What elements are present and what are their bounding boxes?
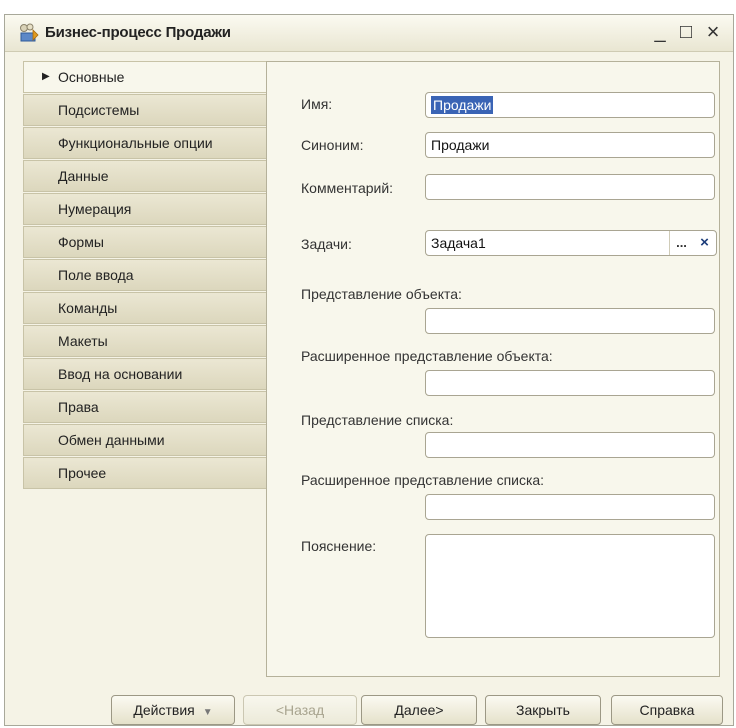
tab-data-exchange[interactable]: Обмен данными [23, 424, 267, 456]
list-presentation-input[interactable] [425, 432, 715, 458]
close-icon[interactable]: × [702, 20, 724, 44]
title-bar[interactable]: Бизнес-процесс Продажи _ □ × [5, 15, 733, 52]
tab-input-field[interactable]: Поле ввода [23, 259, 267, 291]
name-value: Продажи [431, 96, 494, 114]
tab-other[interactable]: Прочее [23, 457, 267, 489]
back-button[interactable]: <Назад [243, 695, 357, 725]
select-task-button[interactable]: ... [670, 231, 693, 255]
tab-forms[interactable]: Формы [23, 226, 267, 258]
tab-rights[interactable]: Права [23, 391, 267, 423]
section-tabs: ▶ Основные Подсистемы Функциональные опц… [23, 61, 268, 490]
comment-input[interactable] [425, 174, 715, 200]
extended-list-presentation-input[interactable] [425, 494, 715, 520]
business-process-icon [19, 23, 39, 43]
tab-arrow-icon: ▶ [42, 71, 50, 82]
object-presentation-label: Представление объекта: [301, 286, 462, 302]
tab-subsystems[interactable]: Подсистемы [23, 94, 267, 126]
list-presentation-label: Представление списка: [301, 412, 454, 428]
comment-label: Комментарий: [301, 180, 394, 196]
name-input[interactable]: Продажи [425, 92, 715, 118]
tasks-buttons: ... × [669, 231, 716, 255]
main-properties-panel: Имя: Продажи Синоним: Продажи Комментари… [266, 61, 720, 677]
business-process-window: Бизнес-процесс Продажи _ □ × ▶ Основные … [4, 14, 734, 726]
tasks-label: Задачи: [301, 236, 352, 252]
tab-data[interactable]: Данные [23, 160, 267, 192]
bottom-button-bar: Действия ▼ <Назад Далее> Закрыть Справка [5, 695, 735, 727]
explanation-label: Пояснение: [301, 538, 377, 554]
tab-templates[interactable]: Макеты [23, 325, 267, 357]
synonym-input[interactable]: Продажи [425, 132, 715, 158]
next-button[interactable]: Далее> [361, 695, 477, 725]
object-presentation-input[interactable] [425, 308, 715, 334]
tab-functional-options[interactable]: Функциональные опции [23, 127, 267, 159]
extended-object-presentation-label: Расширенное представление объекта: [301, 348, 553, 364]
clear-task-icon[interactable]: × [693, 231, 716, 255]
tasks-value: Задача1 [431, 235, 486, 251]
help-button[interactable]: Справка [611, 695, 723, 725]
tab-commands[interactable]: Команды [23, 292, 267, 324]
close-button[interactable]: Закрыть [485, 695, 601, 725]
synonym-label: Синоним: [301, 137, 364, 153]
minimize-icon[interactable]: _ [649, 20, 671, 44]
tasks-input[interactable]: Задача1 ... × [425, 230, 717, 256]
actions-button[interactable]: Действия ▼ [111, 695, 235, 725]
extended-list-presentation-label: Расширенное представление списка: [301, 472, 545, 488]
dropdown-arrow-icon: ▼ [202, 707, 213, 718]
explanation-textarea[interactable] [425, 534, 715, 638]
extended-object-presentation-input[interactable] [425, 370, 715, 396]
actions-button-label: Действия [133, 702, 195, 718]
maximize-icon[interactable]: □ [675, 20, 697, 44]
name-label: Имя: [301, 96, 333, 112]
window-title: Бизнес-процесс Продажи [45, 24, 231, 41]
tab-input-by-basis[interactable]: Ввод на основании [23, 358, 267, 390]
tab-main[interactable]: ▶ Основные [23, 61, 268, 93]
tab-label: Основные [58, 69, 125, 85]
tab-numbering[interactable]: Нумерация [23, 193, 267, 225]
